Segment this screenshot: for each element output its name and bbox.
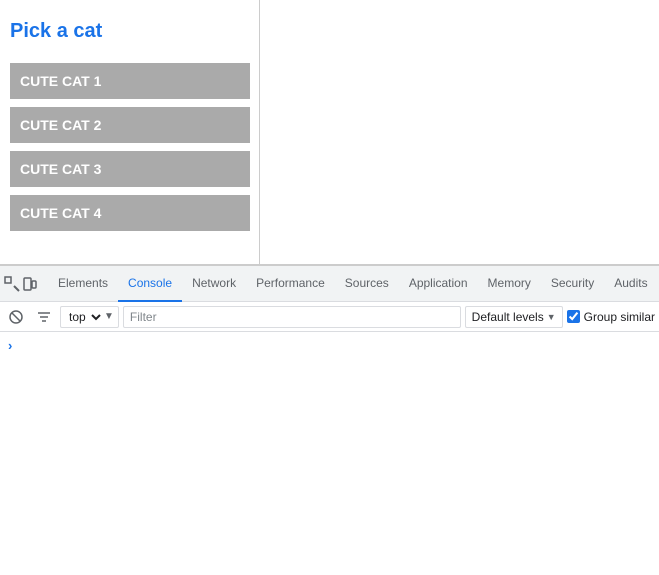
left-panel: Pick a cat CUTE CAT 1 CUTE CAT 2 CUTE CA… [0,0,260,264]
cat-button-1[interactable]: CUTE CAT 1 [10,63,250,99]
tab-console[interactable]: Console [118,266,182,302]
tab-network[interactable]: Network [182,266,246,302]
group-similar-label[interactable]: Group similar [567,310,655,324]
tab-sources[interactable]: Sources [335,266,399,302]
console-prompt: › [4,336,655,355]
inspect-element-icon[interactable] [4,270,20,298]
tab-performance[interactable]: Performance [246,266,335,302]
tab-security[interactable]: Security [541,266,604,302]
cat-button-3[interactable]: CUTE CAT 3 [10,151,250,187]
console-caret-icon: › [8,338,12,353]
default-levels-button[interactable]: Default levels ▼ [465,306,563,328]
console-toolbar: top ▼ Default levels ▼ Group similar [0,302,659,332]
clear-console-button[interactable] [4,305,28,329]
filter-icon[interactable] [32,305,56,329]
devtools-panel: Elements Console Network Performance Sou… [0,265,659,532]
right-panel [260,0,659,264]
tab-elements[interactable]: Elements [48,266,118,302]
levels-dropdown-arrow: ▼ [547,312,556,322]
devtools-tabs-bar: Elements Console Network Performance Sou… [0,266,659,302]
tab-memory[interactable]: Memory [478,266,541,302]
cat-button-2[interactable]: CUTE CAT 2 [10,107,250,143]
main-content: Pick a cat CUTE CAT 1 CUTE CAT 2 CUTE CA… [0,0,659,265]
device-toolbar-icon[interactable] [22,270,38,298]
page-title: Pick a cat [10,20,249,43]
cat-button-4[interactable]: CUTE CAT 4 [10,195,250,231]
group-similar-checkbox[interactable] [567,310,580,323]
tab-audits[interactable]: Audits [604,266,657,302]
tab-application[interactable]: Application [399,266,478,302]
context-select-input[interactable]: top [65,309,104,325]
context-selector[interactable]: top ▼ [60,306,119,328]
context-dropdown-arrow: ▼ [104,311,114,322]
console-content: › [0,332,659,532]
console-filter-input[interactable] [123,306,461,328]
